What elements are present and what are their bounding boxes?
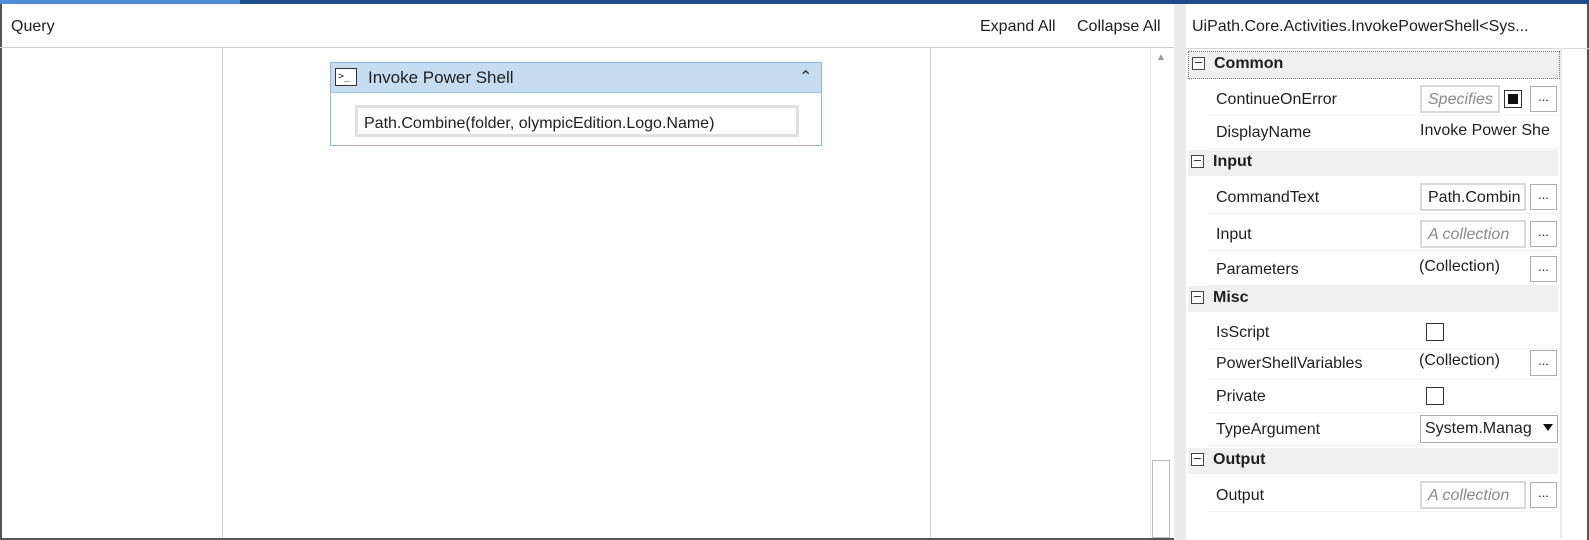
dropdown-value: System.Manag <box>1425 420 1532 437</box>
scrollbar-thumb[interactable] <box>1152 460 1170 538</box>
property-display-name: DisplayName Invoke Power She <box>1208 116 1558 149</box>
property-name: Output <box>1216 487 1265 504</box>
category-label: Input <box>1213 153 1253 170</box>
property-name: IsScript <box>1216 324 1270 341</box>
ellipsis-button[interactable]: ... <box>1530 350 1557 376</box>
private-checkbox[interactable] <box>1426 387 1444 405</box>
input-value[interactable]: A collection <box>1420 220 1526 248</box>
property-name: Parameters <box>1216 261 1299 278</box>
property-continue-on-error: ContinueOnError Specifies ... <box>1208 83 1558 116</box>
category-label: Output <box>1213 451 1266 468</box>
collapse-all-link[interactable]: Collapse All <box>1077 18 1161 36</box>
powershell-terminal-icon: >_ <box>335 68 357 86</box>
property-output: Output A collection ... <box>1208 479 1558 512</box>
property-name: ContinueOnError <box>1216 91 1337 108</box>
activity-header[interactable]: >_ Invoke Power Shell ⌃︎ <box>331 63 821 93</box>
property-name: DisplayName <box>1216 124 1312 141</box>
property-parameters: Parameters (Collection) ... <box>1208 253 1558 286</box>
collapse-toggle-icon[interactable]: − <box>1191 291 1204 304</box>
property-name: CommandText <box>1216 189 1320 206</box>
category-output[interactable]: − Output <box>1188 448 1558 474</box>
properties-title: UiPath.Core.Activities.InvokePowerShell<… <box>1192 18 1529 35</box>
property-type-argument: TypeArgument System.Manag <box>1208 413 1558 446</box>
category-misc[interactable]: − Misc <box>1188 286 1558 312</box>
ellipsis-button[interactable]: ... <box>1530 184 1557 210</box>
continue-on-error-checkbox[interactable] <box>1504 90 1522 108</box>
activity-title: Invoke Power Shell <box>368 68 514 87</box>
breadcrumb-query[interactable]: Query <box>11 18 55 36</box>
ellipsis-button[interactable]: ... <box>1530 221 1557 247</box>
invoke-power-shell-activity[interactable]: >_ Invoke Power Shell ⌃︎ Path.Combine(fo… <box>330 62 822 146</box>
category-label: Misc <box>1213 289 1249 306</box>
category-label: Common <box>1214 55 1284 72</box>
parameters-value: (Collection) <box>1419 258 1500 275</box>
collapse-toggle-icon[interactable]: − <box>1191 155 1204 168</box>
collapse-toggle-icon[interactable]: − <box>1192 57 1205 70</box>
command-text-input[interactable]: Path.Combine(folder, olympicEdition.Logo… <box>355 105 799 137</box>
type-argument-dropdown[interactable]: System.Manag <box>1420 415 1558 443</box>
property-command-text: CommandText Path.Combin ... <box>1208 181 1558 214</box>
placeholder-text: A collection <box>1428 226 1510 243</box>
command-text-value[interactable]: Path.Combin <box>1420 183 1526 211</box>
properties-title-divider <box>1186 48 1589 49</box>
designer-left-divider <box>222 48 223 538</box>
pane-splitter[interactable] <box>1174 4 1186 540</box>
property-name: Private <box>1216 388 1266 405</box>
placeholder-text: Specifies <box>1428 91 1493 108</box>
property-input: Input A collection ... <box>1208 218 1558 251</box>
property-powershell-variables: PowerShellVariables (Collection) ... <box>1208 347 1558 380</box>
property-is-script: IsScript <box>1208 316 1558 349</box>
property-name: TypeArgument <box>1216 421 1321 438</box>
ellipsis-button[interactable]: ... <box>1530 86 1557 112</box>
collapse-toggle-icon[interactable]: − <box>1191 453 1204 466</box>
collapse-chevron-icon[interactable]: ⌃︎ <box>799 67 812 87</box>
property-name: Input <box>1216 226 1252 243</box>
designer-right-divider <box>930 48 931 538</box>
category-common[interactable]: − Common <box>1188 51 1560 79</box>
placeholder-text: A collection <box>1428 487 1510 504</box>
display-name-input[interactable]: Invoke Power She <box>1420 122 1558 140</box>
properties-scroll-edge <box>1560 48 1562 538</box>
category-input[interactable]: − Input <box>1188 150 1558 176</box>
ellipsis-button[interactable]: ... <box>1530 482 1557 508</box>
is-script-checkbox[interactable] <box>1426 323 1444 341</box>
property-private: Private <box>1208 380 1558 413</box>
continue-on-error-input[interactable]: Specifies <box>1420 85 1500 113</box>
ellipsis-button[interactable]: ... <box>1530 256 1557 282</box>
scroll-up-arrow-icon[interactable]: ▲ <box>1153 52 1169 68</box>
output-value[interactable]: A collection <box>1420 481 1526 509</box>
dropdown-arrow-icon <box>1543 424 1553 431</box>
powershell-variables-value: (Collection) <box>1419 352 1500 369</box>
expand-all-link[interactable]: Expand All <box>980 18 1056 36</box>
property-name: PowerShellVariables <box>1216 355 1363 372</box>
